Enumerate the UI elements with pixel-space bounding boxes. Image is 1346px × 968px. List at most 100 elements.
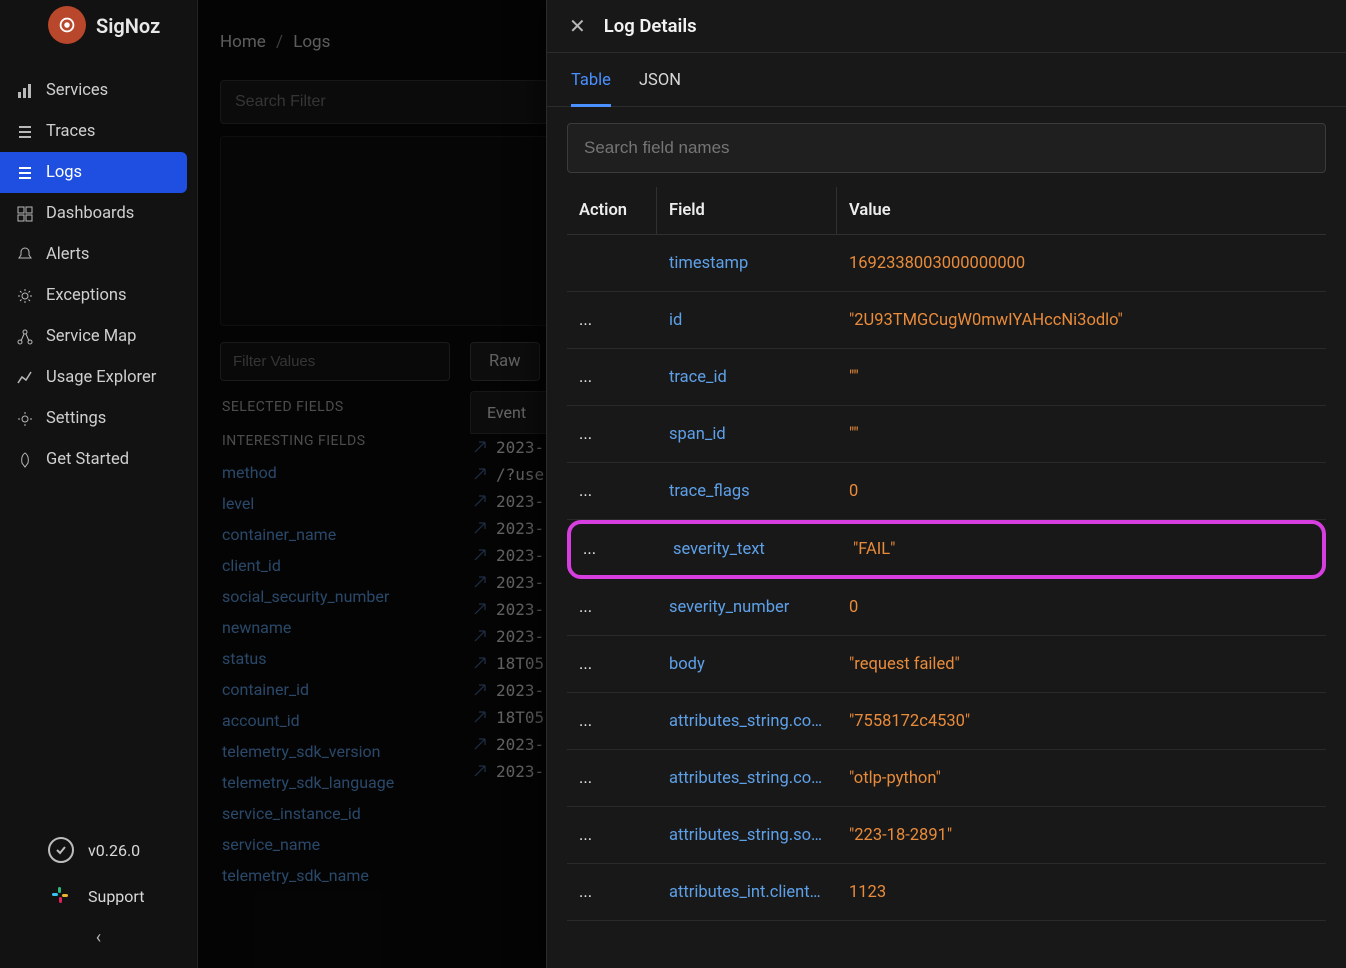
row-action[interactable]: ... (567, 466, 657, 517)
row-value: "2U93TMGCugW0mwIYAHccNi3odlo" (837, 295, 1326, 346)
sidebar-bottom: v0.26.0 Support ‹ (0, 827, 197, 948)
row-value: 0 (837, 582, 1326, 633)
row-value: "FAIL" (841, 524, 1322, 575)
row-field[interactable]: severity_number (657, 582, 837, 633)
row-field[interactable]: body (657, 639, 837, 690)
row-field[interactable]: trace_id (657, 352, 837, 403)
sidebar-item-label: Get Started (46, 450, 129, 469)
brand-name: SigNoz (96, 14, 160, 38)
row-action[interactable]: ... (567, 639, 657, 690)
row-action[interactable]: ... (567, 352, 657, 403)
sidebar-item-label: Exceptions (46, 286, 127, 305)
sidebar-item-label: Services (46, 81, 108, 100)
drawer-body: Action Field Value timestamp169233800300… (547, 107, 1346, 968)
sidebar-item-label: Alerts (46, 245, 89, 264)
row-field[interactable]: attributes_int.client_id ... (657, 867, 837, 918)
row-field[interactable]: id (657, 295, 837, 346)
col-value: Value (837, 187, 1326, 235)
table-row: ...attributes_int.client_id ...1123 (567, 864, 1326, 921)
table-row: ...body"request failed" (567, 636, 1326, 693)
nav: Services Traces Logs Dashboards Alerts E… (0, 70, 197, 480)
table-row: ...attributes_string.containe"otlp-pytho… (567, 750, 1326, 807)
tab-json[interactable]: JSON (639, 71, 681, 106)
sidebar-item-settings[interactable]: Settings (0, 398, 197, 439)
row-field[interactable]: attributes_string.containe (657, 696, 837, 747)
sidebar-item-logs[interactable]: Logs (0, 152, 187, 193)
table-row: ...attributes_string.social_se"223-18-28… (567, 807, 1326, 864)
drawer-title: Log Details (604, 15, 697, 37)
row-value: 1123 (837, 867, 1326, 918)
table-row: ...severity_text"FAIL" (567, 520, 1326, 579)
sidebar-item-alerts[interactable]: Alerts (0, 234, 197, 275)
drawer-tabs: Table JSON (547, 53, 1346, 107)
slack-icon (48, 883, 74, 909)
support-row[interactable]: Support (16, 873, 181, 919)
support-text: Support (88, 887, 144, 906)
row-action[interactable]: ... (567, 409, 657, 460)
list-icon (16, 164, 34, 182)
table-row: ...trace_id"" (567, 349, 1326, 406)
sidebar-item-label: Usage Explorer (46, 368, 156, 387)
table-row: ...severity_number0 (567, 579, 1326, 636)
row-value: "" (837, 352, 1326, 403)
row-action[interactable]: ... (567, 867, 657, 918)
brand-logo (48, 6, 86, 44)
row-field[interactable]: span_id (657, 409, 837, 460)
sidebar: SigNoz Services Traces Logs Dashboards A… (0, 0, 198, 968)
row-field[interactable]: severity_text (661, 524, 841, 575)
row-action[interactable]: ... (567, 753, 657, 804)
row-action[interactable]: ... (567, 582, 657, 633)
rocket-icon (16, 451, 34, 469)
gear-icon (16, 287, 34, 305)
row-field[interactable]: attributes_string.containe (657, 753, 837, 804)
close-icon[interactable]: ✕ (569, 14, 586, 38)
table-head: Action Field Value (567, 187, 1326, 235)
log-details-drawer: ✕ Log Details Table JSON Action Field Va… (546, 0, 1346, 968)
row-value: "223-18-2891" (837, 810, 1326, 861)
sidebar-item-get-started[interactable]: Get Started (0, 439, 197, 480)
sidebar-item-label: Service Map (46, 327, 136, 346)
row-value: "7558172c4530" (837, 696, 1326, 747)
row-action[interactable]: ... (571, 524, 661, 575)
row-value: "otlp-python" (837, 753, 1326, 804)
table-row: ...attributes_string.containe"7558172c45… (567, 693, 1326, 750)
brand: SigNoz (0, 0, 197, 56)
version-text: v0.26.0 (88, 841, 140, 860)
bell-icon (16, 246, 34, 264)
table-row: ...id"2U93TMGCugW0mwIYAHccNi3odlo" (567, 292, 1326, 349)
sidebar-item-traces[interactable]: Traces (0, 111, 197, 152)
bar-chart-icon (16, 82, 34, 100)
sidebar-item-usage-explorer[interactable]: Usage Explorer (0, 357, 197, 398)
row-action[interactable]: ... (567, 696, 657, 747)
sidebar-item-label: Traces (46, 122, 95, 141)
table-row: timestamp1692338003000000000 (567, 235, 1326, 292)
list-icon (16, 123, 34, 141)
sidebar-item-dashboards[interactable]: Dashboards (0, 193, 197, 234)
row-value: 0 (837, 466, 1326, 517)
graph-icon (16, 328, 34, 346)
table-row: ...trace_flags0 (567, 463, 1326, 520)
row-action[interactable]: ... (567, 295, 657, 346)
row-action (567, 247, 657, 279)
row-field[interactable]: trace_flags (657, 466, 837, 517)
row-action[interactable]: ... (567, 810, 657, 861)
version-row: v0.26.0 (16, 827, 181, 873)
sidebar-item-services[interactable]: Services (0, 70, 197, 111)
details-table: Action Field Value timestamp169233800300… (567, 187, 1326, 921)
sidebar-item-exceptions[interactable]: Exceptions (0, 275, 197, 316)
row-value: "request failed" (837, 639, 1326, 690)
field-search-input[interactable] (567, 123, 1326, 173)
drawer-header: ✕ Log Details (547, 0, 1346, 53)
sidebar-item-service-map[interactable]: Service Map (0, 316, 197, 357)
col-field: Field (657, 187, 837, 235)
row-value: "" (837, 409, 1326, 460)
check-circle-icon (48, 837, 74, 863)
sidebar-collapse[interactable]: ‹ (16, 927, 181, 948)
sidebar-item-label: Dashboards (46, 204, 134, 223)
table-row: ...span_id"" (567, 406, 1326, 463)
line-chart-icon (16, 369, 34, 387)
sidebar-item-label: Logs (46, 163, 82, 182)
row-field[interactable]: attributes_string.social_se (657, 810, 837, 861)
tab-table[interactable]: Table (571, 71, 611, 107)
row-field[interactable]: timestamp (657, 238, 837, 289)
